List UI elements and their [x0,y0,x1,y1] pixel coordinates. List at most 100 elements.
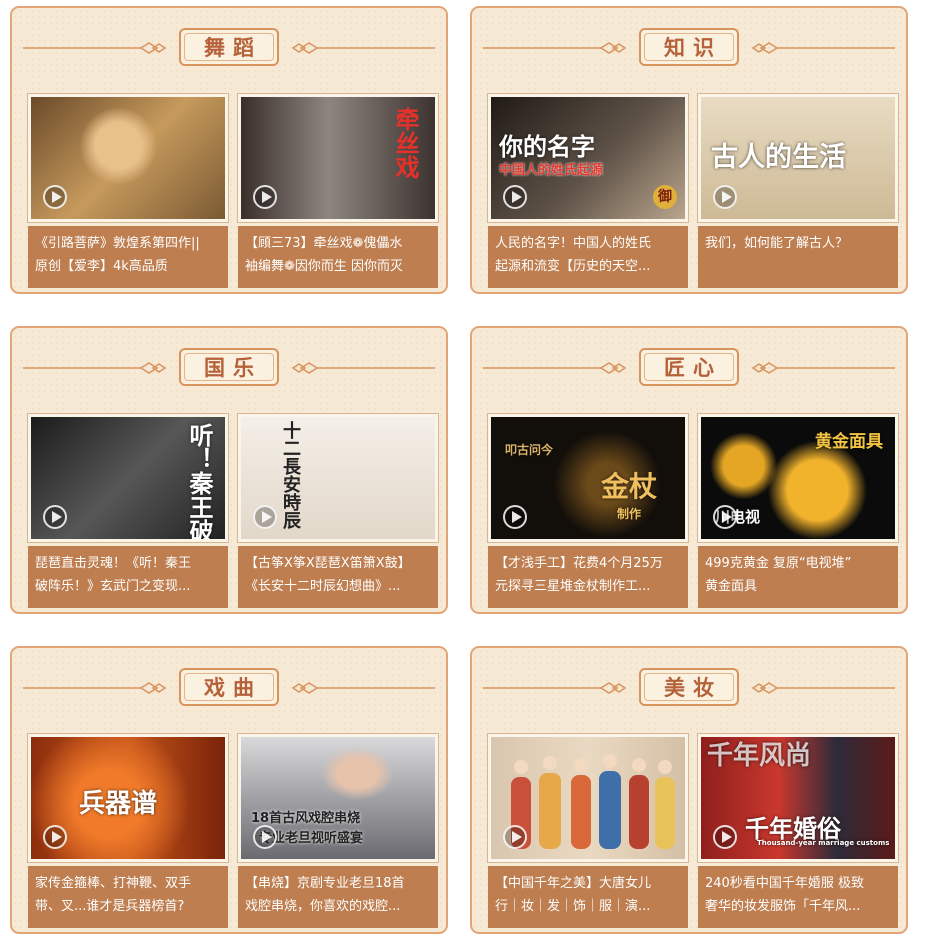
ornament-right [751,682,895,694]
play-icon[interactable] [43,505,67,529]
video-caption[interactable]: 499克黄金 复原“电视堆” 黄金面具 [698,546,898,608]
thumb-subtitle: 叩古问今 [505,443,554,457]
section-title: 戏曲 [204,676,262,700]
video-thumbnail[interactable]: 你的名字 中国人的姓氏起源 御 [487,93,689,223]
section-panel-dance: 舞蹈 《引路菩萨》敦煌系第四作|| 原创【爱李】4k高品质 牵丝戏 【頋三73】… [10,6,448,294]
ornament-left [23,362,167,374]
video-thumbnail[interactable]: 古人的生活 [697,93,899,223]
play-icon[interactable] [503,185,527,209]
ornament-left [483,362,627,374]
video-caption[interactable]: 【頋三73】牵丝戏❁傀儡水 袖编舞❁因你而生 因你而灭 [238,226,438,288]
caption-line: 袖编舞❁因你而生 因你而灭 [245,259,404,274]
section-title-plaque: 美妆 [639,668,739,706]
video-card[interactable]: 《引路菩萨》敦煌系第四作|| 原创【爱李】4k高品质 [27,93,229,290]
section-title-plaque: 舞蹈 [179,28,279,66]
section-title: 国乐 [204,356,262,380]
caption-line: 240秒看中国千年婚服 极致 [705,876,864,891]
caption-line: 琵琶直击灵魂！《听！秦王 [35,556,192,571]
thumb-subtitle: 中国人的姓氏起源 [499,163,604,178]
caption-line: 【古筝X筝X琵琶X笛箫X鼓】 [245,556,411,571]
caption-line: 元探寻三星堆金杖制作工... [495,579,651,594]
play-icon[interactable] [503,825,527,849]
video-caption[interactable]: 《引路菩萨》敦煌系第四作|| 原创【爱李】4k高品质 [28,226,228,288]
video-card[interactable]: 叩古问今 金杖 制作 【才浅手工】花费4个月25万 元探寻三星堆金杖制作工... [487,413,689,610]
play-icon[interactable] [503,505,527,529]
caption-line: 我们，如何能了解古人？ [705,236,849,251]
video-caption[interactable]: 【古筝X筝X琵琶X笛箫X鼓】 《长安十二时辰幻想曲》... [238,546,438,608]
thumb-title: 金杖 [601,470,658,503]
video-card[interactable]: 黄金面具 川电视 499克黄金 复原“电视堆” 黄金面具 [697,413,899,610]
section-panel-craft: 匠心 叩古问今 金杖 制作 【才浅手工】花费4个月25万 元探寻三星堆金杖制作工… [470,326,908,614]
video-caption[interactable]: 【串烧】京剧专业老旦18首 戏腔串烧，你喜欢的戏腔... [238,866,438,928]
video-caption[interactable]: 【才浅手工】花费4个月25万 元探寻三星堆金杖制作工... [488,546,688,608]
section-title: 知识 [664,36,722,60]
video-card[interactable]: 你的名字 中国人的姓氏起源 御 人民的名字！中国人的姓氏 起源和流变【历史的天空… [487,93,689,290]
video-thumbnail[interactable]: 十二長安時辰 [237,413,439,543]
video-caption[interactable]: 人民的名字！中国人的姓氏 起源和流变【历史的天空... [488,226,688,288]
section-panel-knowledge: 知识 你的名字 中国人的姓氏起源 御 人民的名字！中国人的姓氏 起源和流变【历史… [470,6,908,294]
video-card[interactable]: 兵器谱 家传金箍棒、打神鞭、双手 带、叉...谁才是兵器榜首? [27,733,229,930]
video-card[interactable]: 听！秦王破阵乐！ 琵琶直击灵魂！《听！秦王 破阵乐！》玄武门之变现... [27,413,229,610]
video-card[interactable]: 18首古风戏腔串烧 专业老旦视听盛宴 【串烧】京剧专业老旦18首 戏腔串烧，你喜… [237,733,439,930]
video-thumbnail[interactable]: 听！秦王破阵乐！ [27,413,229,543]
section-title-plaque: 知识 [639,28,739,66]
caption-line: 行｜妆｜发｜饰｜服｜演... [495,899,651,914]
video-caption[interactable]: 家传金箍棒、打神鞭、双手 带、叉...谁才是兵器榜首? [28,866,228,928]
video-card[interactable]: 十二長安時辰 【古筝X筝X琵琶X笛箫X鼓】 《长安十二时辰幻想曲》... [237,413,439,610]
play-icon[interactable] [253,505,277,529]
thumb-top-text: 千年风尚 [707,741,812,771]
caption-line: 人民的名字！中国人的姓氏 [495,236,652,251]
play-icon[interactable] [253,185,277,209]
play-icon[interactable] [43,185,67,209]
section-panel-makeup: 美妆 【中国千年之美】大唐女儿 行｜妆｜发｜饰｜服｜演... 千年风尚 千年婚俗… [470,646,908,934]
video-card[interactable]: 千年风尚 千年婚俗 Thousand-year marriage customs… [697,733,899,930]
ornament-left [483,42,627,54]
video-caption[interactable]: 【中国千年之美】大唐女儿 行｜妆｜发｜饰｜服｜演... [488,866,688,928]
video-caption[interactable]: 琵琶直击灵魂！《听！秦王 破阵乐！》玄武门之变现... [28,546,228,608]
video-card[interactable]: 牵丝戏 【頋三73】牵丝戏❁傀儡水 袖编舞❁因你而生 因你而灭 [237,93,439,290]
play-icon[interactable] [713,825,737,849]
video-card[interactable]: 古人的生活 我们，如何能了解古人？ [697,93,899,290]
thumb-subtitle: Thousand-year marriage customs [757,839,890,847]
thumb-title: 黄金面具 [815,432,883,452]
video-thumbnail[interactable]: 叩古问今 金杖 制作 [487,413,689,543]
ornament-left [23,42,167,54]
thumb-badge: 制作 [617,507,642,521]
play-icon[interactable] [713,185,737,209]
video-thumbnail[interactable]: 黄金面具 川电视 [697,413,899,543]
video-card[interactable]: 【中国千年之美】大唐女儿 行｜妆｜发｜饰｜服｜演... [487,733,689,930]
caption-line: 【中国千年之美】大唐女儿 [495,876,652,891]
video-thumbnail[interactable]: 兵器谱 [27,733,229,863]
caption-line: 破阵乐！》玄武门之变现... [35,579,191,594]
video-thumbnail[interactable]: 18首古风戏腔串烧 专业老旦视听盛宴 [237,733,439,863]
caption-line: 【串烧】京剧专业老旦18首 [245,876,405,891]
play-icon[interactable] [713,505,737,529]
caption-line: 《长安十二时辰幻想曲》... [245,579,401,594]
ornament-left [483,682,627,694]
thumb-title: 你的名字 [499,133,595,161]
video-thumbnail[interactable] [487,733,689,863]
section-title-plaque: 国乐 [179,348,279,386]
caption-line: 奢华的妆发服饰「千年风... [705,899,861,914]
caption-line: 家传金箍棒、打神鞭、双手 [35,876,192,891]
caption-line: 【頋三73】牵丝戏❁傀儡水 [245,236,403,251]
thumb-badge: 御 [653,185,677,209]
video-thumbnail[interactable]: 牵丝戏 [237,93,439,223]
section-title: 舞蹈 [204,36,262,60]
caption-line: 戏腔串烧，你喜欢的戏腔... [245,899,401,914]
thumb-title: 十二長安時辰 [280,421,301,529]
ornament-right [751,362,895,374]
video-thumbnail[interactable]: 千年风尚 千年婚俗 Thousand-year marriage customs [697,733,899,863]
thumb-title: 兵器谱 [79,789,158,819]
play-icon[interactable] [253,825,277,849]
ornament-right [751,42,895,54]
caption-line: 带、叉...谁才是兵器榜首? [35,899,185,914]
video-caption[interactable]: 我们，如何能了解古人？ [698,226,898,288]
ornament-right [291,42,435,54]
play-icon[interactable] [43,825,67,849]
section-title-plaque: 戏曲 [179,668,279,706]
video-caption[interactable]: 240秒看中国千年婚服 极致 奢华的妆发服饰「千年风... [698,866,898,928]
section-title: 匠心 [664,356,722,380]
video-thumbnail[interactable] [27,93,229,223]
ornament-right [291,682,435,694]
